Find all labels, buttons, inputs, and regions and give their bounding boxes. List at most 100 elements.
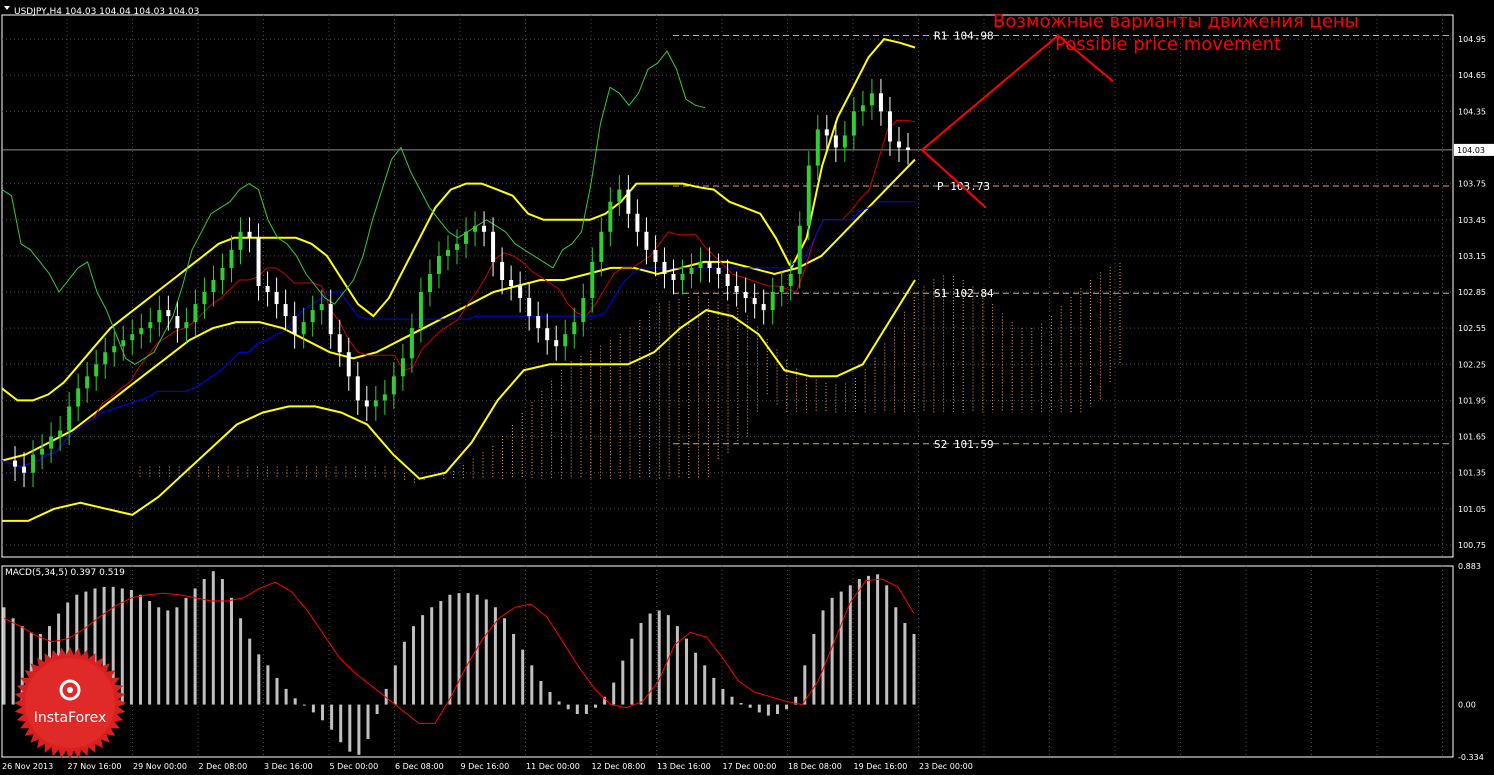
macd-bar [912,633,916,705]
macd-tick-label: 0.00 [1458,701,1476,710]
candle-bull [40,448,45,455]
candle-bear [328,304,333,335]
candle-bull [590,261,595,299]
macd-bar [757,704,761,713]
macd-bar [184,597,188,705]
macd-bar [539,681,543,705]
macd-tick-label: -0.334 [1458,753,1484,762]
candle-bear [626,189,631,214]
macd-bar [211,571,215,705]
candle-bull [770,292,775,311]
macd-bar [366,704,370,740]
candle-bear [725,273,730,286]
candle-bull [58,430,63,437]
candle-bull [418,292,423,329]
time-tick-label: 12 Dec 08:00 [592,762,646,771]
candle-bear [518,286,523,299]
current-price-label: 104.03 [1457,146,1485,155]
macd-bar [876,574,880,705]
macd-bar [639,622,643,705]
candle-bear [833,135,838,148]
candle-bear [292,316,297,335]
macd-bar [521,649,525,705]
macd-bar [139,594,142,705]
price-tick-label: 103.15 [1458,252,1486,261]
candle-bear [247,231,252,238]
time-axis: 26 Nov 2013 27 Nov 16:00 29 Nov 00:00 2 Dec… [2,762,973,771]
candle-bull [427,273,432,293]
macd-bar [148,600,152,705]
macd-bar [202,579,206,705]
time-tick-label: 29 Nov 00:00 [133,762,187,771]
macd-bar [821,610,825,705]
macd-bar [402,641,406,705]
macd-bar [776,704,779,714]
price-tick-label: 102.55 [1458,324,1486,333]
candle-bull [869,93,874,106]
price-tick-label: 103.45 [1458,216,1486,225]
candle-bear [283,304,288,317]
candle-bear [265,286,270,293]
macd-bar [566,704,570,710]
candle-bull [599,231,604,262]
candle-bull [238,231,243,250]
candle-bear [337,334,342,353]
candle-bear [761,304,766,311]
candle-bear [635,213,640,232]
candle-bull [157,310,162,323]
candle-bull [121,340,126,347]
candle-bear [644,231,649,250]
candle-bear [554,340,559,347]
time-tick-label: 19 Dec 16:00 [854,762,908,771]
candle-bear [653,249,658,262]
candle-bear [364,400,369,407]
macd-bar [530,665,534,705]
candle-bull [436,255,441,274]
candle-bear [527,298,532,317]
macd-tick-label: 0.883 [1458,562,1481,571]
macd-bar [439,600,443,705]
macd-bar [466,593,470,705]
candle-bear [491,231,496,262]
candle-bull [797,225,802,274]
macd-bar [302,704,306,706]
macd-info: MACD(5,34,5) 0.397 0.519 [5,568,125,578]
candle-bear [166,310,171,317]
macd-bar [275,677,279,705]
price-tick-label: 104.35 [1458,107,1486,116]
candle-bear [662,261,667,274]
candle-bull [220,267,225,280]
macd-bar [11,618,15,705]
macd-bar [412,626,415,705]
candle-bull [563,334,568,347]
candle-bear [500,261,505,280]
candle-bull [572,322,577,335]
macd-bar [284,688,288,705]
candle-bull [842,135,847,148]
candle-bear [355,376,360,401]
candle-bull [608,201,613,232]
candle-bull [373,400,378,407]
price-tick-label: 101.35 [1458,469,1486,478]
time-tick-label: 27 Nov 16:00 [68,762,122,771]
candle-bear [671,273,676,280]
price-tick-label: 100.75 [1458,541,1486,550]
macd-bar [375,704,379,714]
macd-bar [685,638,688,705]
macd-bar [484,599,488,705]
price-tick-label: 103.75 [1458,180,1486,189]
macd-bar [457,593,461,705]
macd-bar [348,704,352,752]
candle-bear [743,292,748,299]
instaforex-logo[interactable]: InstaForex [14,647,126,759]
price-tick-label: 104.95 [1458,35,1486,44]
time-tick-label: 18 Dec 08:00 [788,762,842,771]
candle-bull [617,189,622,202]
macd-bar [330,704,334,730]
candle-bull [382,394,387,401]
price-tick-label: 101.95 [1458,396,1486,405]
time-tick-label: 6 Dec 08:00 [395,762,444,771]
price-tick-label: 102.85 [1458,288,1486,297]
candle-bull [851,111,856,136]
macd-bar [512,633,516,705]
